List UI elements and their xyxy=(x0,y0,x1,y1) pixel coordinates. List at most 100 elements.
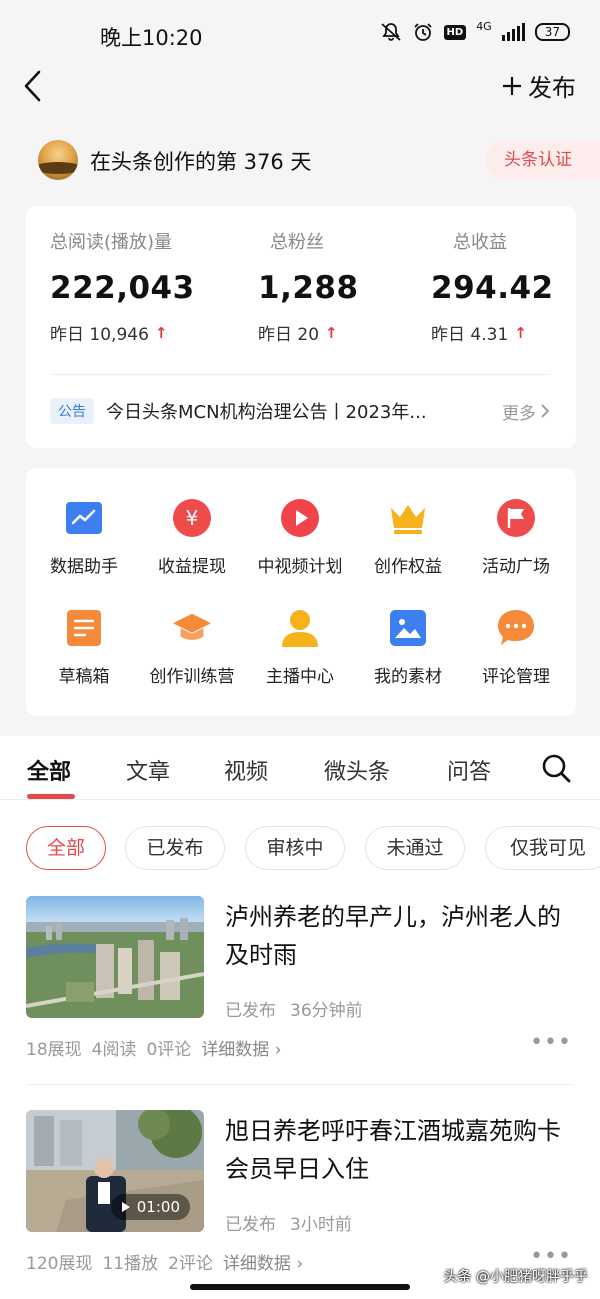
creator-row: 在头条创作的第 376 天 头条认证 xyxy=(0,138,600,182)
creator-days-text: 在头条创作的第 376 天 xyxy=(90,150,312,174)
tool-label: 创作权益 xyxy=(374,557,442,577)
stat-reads[interactable]: 总阅读(播放)量 222,043 昨日 10,946 ↑ xyxy=(50,228,195,345)
more-options-icon[interactable]: ••• xyxy=(530,1030,572,1055)
person-icon xyxy=(280,608,320,648)
alarm-icon xyxy=(413,23,432,41)
status-time: 晚上10:20 xyxy=(100,26,203,50)
avatar[interactable] xyxy=(38,140,78,180)
notice-tag: 公告 xyxy=(50,398,94,424)
tab-articles[interactable]: 文章 xyxy=(126,754,170,786)
filter-chip-all[interactable]: 全部 xyxy=(26,826,106,870)
crown-icon xyxy=(388,498,428,538)
plus-icon xyxy=(503,76,521,95)
article-title[interactable]: 旭日养老呼吁春江酒城嘉苑购卡会员早日入住 xyxy=(225,1112,565,1188)
article-meta: 已发布 3小时前 xyxy=(225,1210,352,1235)
tool-label: 活动广场 xyxy=(482,557,550,577)
tool-label: 主播中心 xyxy=(266,667,334,687)
filter-chip-published[interactable]: 已发布 xyxy=(125,826,225,870)
chevron-right-icon: › xyxy=(296,1254,304,1274)
tool-activity-plaza[interactable]: 活动广场 xyxy=(462,498,570,577)
up-arrow-icon: ↑ xyxy=(514,323,527,342)
stat-value: 1,288 xyxy=(258,270,359,306)
yuan-icon: ¥ xyxy=(172,498,212,538)
notice-bar[interactable]: 公告 今日头条MCN机构治理公告丨2023年... 更多 xyxy=(50,396,550,426)
graduation-cap-icon xyxy=(172,608,212,648)
stat-label: 总粉丝 xyxy=(270,232,324,253)
detail-data-link[interactable]: 详细数据 › xyxy=(201,1035,281,1060)
stat-delta: 昨日 4.31 ↑ xyxy=(431,320,554,346)
svg-text:¥: ¥ xyxy=(186,506,199,530)
filter-chip-rejected[interactable]: 未通过 xyxy=(365,826,465,870)
chevron-right-icon: › xyxy=(274,1040,282,1060)
tool-my-materials[interactable]: 我的素材 xyxy=(354,608,462,687)
tool-label: 收益提现 xyxy=(158,557,226,577)
stat-fans[interactable]: 总粉丝 1,288 昨日 20 ↑ xyxy=(258,228,359,345)
tool-drafts[interactable]: 草稿箱 xyxy=(30,608,138,687)
tool-data-assistant[interactable]: 数据助手 xyxy=(30,498,138,577)
notice-text[interactable]: 今日头条MCN机构治理公告丨2023年... xyxy=(106,398,476,424)
comment-icon xyxy=(496,608,536,648)
draft-icon xyxy=(64,608,104,648)
tool-creator-benefits[interactable]: 创作权益 xyxy=(354,498,462,577)
detail-data-link[interactable]: 详细数据 › xyxy=(223,1249,303,1274)
tool-label: 数据助手 xyxy=(50,557,118,577)
tab-micro-posts[interactable]: 微头条 xyxy=(324,754,390,786)
stats-card: 总阅读(播放)量 222,043 昨日 10,946 ↑ 总粉丝 1,288 昨日… xyxy=(26,206,576,448)
battery-icon: 37 xyxy=(534,23,570,41)
tool-training-camp[interactable]: 创作训练营 xyxy=(138,608,246,687)
article-impressions: 18展现 xyxy=(26,1040,82,1060)
hd-icon: HD xyxy=(443,24,467,40)
tool-anchor-center[interactable]: 主播中心 xyxy=(246,608,354,687)
status-icons: HD 4G 37 xyxy=(380,19,570,42)
stat-delta: 昨日 10,946 ↑ xyxy=(50,320,195,346)
list-item[interactable]: 01:00 旭日养老呼吁春江酒城嘉苑购卡会员早日入住 已发布 3小时前 120展… xyxy=(0,1110,600,1290)
flag-icon xyxy=(496,498,536,538)
tab-videos[interactable]: 视频 xyxy=(224,754,268,786)
stat-value: 294.42 xyxy=(431,270,554,306)
tool-comment-manage[interactable]: 评论管理 xyxy=(462,608,570,687)
tool-label: 我的素材 xyxy=(374,667,442,687)
filter-chip-reviewing[interactable]: 审核中 xyxy=(245,826,345,870)
mute-icon xyxy=(380,23,401,41)
stat-label: 总收益 xyxy=(453,232,507,253)
article-thumbnail[interactable] xyxy=(26,896,204,1018)
tab-all[interactable]: 全部 xyxy=(27,754,71,786)
stat-delta-text: 昨日 10,946 xyxy=(50,325,149,345)
article-status: 已发布 xyxy=(225,1215,276,1235)
network-label: 4G xyxy=(476,19,492,33)
signal-icon xyxy=(501,23,525,41)
content-panel: 全部 文章 视频 微头条 问答 全部 已发布 审核中 未通过 仅我可见 泸州养老… xyxy=(0,736,600,1299)
video-thumbnail[interactable]: 01:00 xyxy=(26,1110,204,1232)
tools-card: 数据助手 ¥ 收益提现 中视频计划 创作权益 活动广场 草稿箱 创作训练营 主播… xyxy=(26,468,576,716)
chart-icon xyxy=(64,498,104,538)
article-stats: 18展现 4阅读 0评论 详细数据 › xyxy=(26,1035,282,1060)
back-icon[interactable] xyxy=(22,68,44,104)
article-time: 36分钟前 xyxy=(290,1001,363,1021)
notice-more-link[interactable]: 更多 xyxy=(502,399,550,424)
duration-text: 01:00 xyxy=(136,1198,180,1216)
publish-button[interactable]: 发布 xyxy=(502,68,576,103)
article-time: 3小时前 xyxy=(290,1215,352,1235)
article-comments: 0评论 xyxy=(146,1040,192,1060)
publish-label: 发布 xyxy=(528,74,576,102)
certification-badge[interactable]: 头条认证 xyxy=(486,140,600,180)
article-meta: 已发布 36分钟前 xyxy=(225,996,363,1021)
detail-label: 详细数据 xyxy=(201,1040,270,1060)
tab-qa[interactable]: 问答 xyxy=(447,754,491,786)
stat-delta-text: 昨日 4.31 xyxy=(431,325,509,345)
stat-delta-text: 昨日 20 xyxy=(258,325,320,345)
play-icon xyxy=(280,498,320,538)
tool-label: 中视频计划 xyxy=(257,557,343,577)
home-indicator[interactable] xyxy=(190,1284,410,1290)
article-title[interactable]: 泸州养老的早产儿，泸州老人的及时雨 xyxy=(225,898,565,974)
stat-value: 222,043 xyxy=(50,270,195,306)
stat-income[interactable]: 总收益 294.42 昨日 4.31 ↑ xyxy=(431,228,554,345)
divider xyxy=(26,1084,574,1085)
list-item[interactable]: 泸州养老的早产儿，泸州老人的及时雨 已发布 36分钟前 18展现 4阅读 0评论… xyxy=(0,896,600,1076)
stat-delta: 昨日 20 ↑ xyxy=(258,320,359,346)
search-icon[interactable] xyxy=(540,752,572,784)
detail-label: 详细数据 xyxy=(222,1254,291,1274)
tool-mid-video-plan[interactable]: 中视频计划 xyxy=(246,498,354,577)
tool-income-withdraw[interactable]: ¥ 收益提现 xyxy=(138,498,246,577)
filter-chip-private[interactable]: 仅我可见 xyxy=(485,826,600,870)
